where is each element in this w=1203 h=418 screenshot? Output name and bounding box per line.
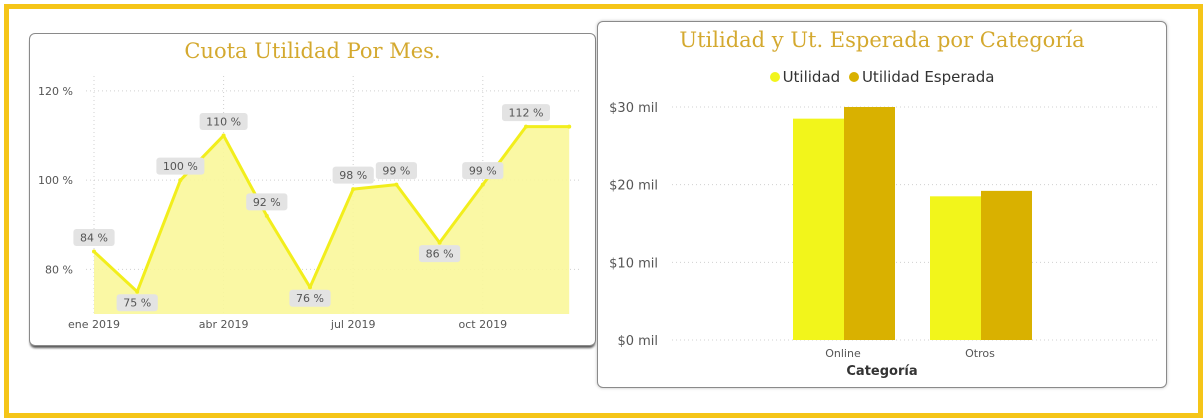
data-label-text: 76 % [296, 292, 324, 305]
data-label-text: 112 % [509, 107, 544, 120]
data-label-text: 98 % [339, 169, 367, 182]
data-label-mar-2019: 100 % [156, 157, 205, 175]
data-label-nov-2019: 112 % [502, 104, 550, 122]
data-label-feb-2019: 75 % [116, 294, 158, 312]
y-tick-label: 80 % [45, 263, 73, 276]
data-label-text: 99 % [382, 165, 410, 178]
data-point-jun-2019 [308, 285, 312, 290]
y-tick-label: 100 % [38, 174, 73, 187]
x-tick-label: ene 2019 [68, 318, 120, 331]
y-tick-label: $0 mil [617, 334, 658, 349]
x-tick-label: Online [825, 347, 861, 360]
data-label-abr-2019: 110 % [199, 113, 248, 131]
data-label-ene-2019: 84 % [73, 229, 115, 247]
x-tick-label: abr 2019 [199, 318, 249, 331]
x-axis-title: Categoría [846, 364, 918, 379]
data-label-ago-2019: 99 % [375, 162, 417, 180]
data-label-text: 75 % [123, 297, 151, 310]
x-tick-label: oct 2019 [459, 318, 508, 331]
data-point-abr-2019 [221, 133, 226, 138]
data-point-dic-2019 [567, 124, 572, 129]
monthly-share-card[interactable]: Cuota Utilidad Por Mes. 80 % 100 % 120 % en… [29, 33, 596, 346]
category-profit-card[interactable]: Utilidad y Ut. Esperada por Categoría Ut… [597, 21, 1167, 388]
data-point-mar-2019 [178, 178, 183, 183]
data-point-may-2019 [264, 213, 269, 218]
data-label-jul-2019: 98 % [332, 166, 374, 184]
data-label-text: 84 % [80, 232, 108, 245]
data-label-text: 86 % [426, 248, 454, 261]
data-point-sep-2019 [437, 240, 442, 245]
y-tick-label: $20 mil [609, 179, 658, 194]
data-point-ago-2019 [394, 182, 399, 187]
data-label-text: 99 % [469, 165, 497, 178]
bar-otros-utilidad [930, 196, 981, 340]
data-label-oct-2019: 99 % [462, 162, 504, 180]
category-profit-chart: $0 mil $10 mil $20 mil $30 mil Online Otros [609, 101, 1160, 360]
bar-online-utilidad [793, 118, 844, 341]
data-point-nov-2019 [524, 124, 528, 129]
data-label-may-2019: 92 % [246, 193, 288, 211]
data-label-text: 110 % [206, 116, 241, 129]
y-tick-label: 120 % [38, 85, 73, 98]
data-label-text: 92 % [253, 196, 281, 209]
data-point-ene-2019 [92, 249, 96, 254]
data-label-jun-2019: 76 % [289, 289, 331, 307]
monthly-share-chart: 80 % 100 % 120 % ene 2019 abr 2019 jul 2019 oc… [38, 76, 582, 331]
x-tick-label: Otros [965, 347, 995, 360]
data-point-oct-2019 [480, 182, 485, 187]
x-tick-label: jul 2019 [330, 318, 376, 331]
data-label-text: 100 % [163, 160, 198, 173]
data-label-sep-2019: 86 % [419, 245, 461, 263]
bar-online-utilidad-esperada [844, 107, 895, 340]
data-point-feb-2019 [135, 289, 140, 294]
y-tick-label: $30 mil [609, 101, 658, 116]
bar-otros-utilidad-esperada [981, 190, 1032, 340]
data-point-jul-2019 [351, 187, 356, 192]
y-tick-label: $10 mil [609, 256, 658, 271]
